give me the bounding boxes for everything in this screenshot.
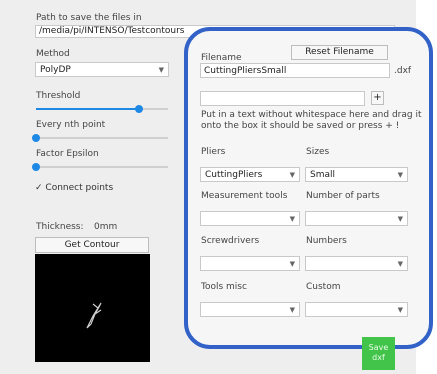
category-select[interactable]: CuttingPliers ▼	[200, 167, 300, 182]
category-label: Screwdrivers	[201, 236, 260, 246]
path-label: Path to save the files in	[36, 13, 142, 23]
epsilon-slider-knob[interactable]	[32, 163, 40, 171]
chevron-down-icon: ▼	[158, 66, 164, 74]
chevron-down-icon: ▼	[289, 260, 295, 268]
category-select[interactable]: ▼	[305, 302, 408, 317]
thickness-value: 0mm	[94, 222, 118, 232]
connect-points-checkbox[interactable]: ✓ Connect points	[35, 183, 113, 193]
get-contour-button[interactable]: Get Contour	[35, 237, 149, 253]
pliers-contour-icon	[86, 302, 102, 329]
threshold-slider-knob[interactable]	[134, 105, 143, 113]
category-selected-value: CuttingPliers	[205, 170, 263, 180]
file-extension: .dxf	[394, 66, 412, 76]
category-select[interactable]: ▼	[200, 256, 300, 271]
every-nth-slider-knob[interactable]	[32, 134, 40, 142]
category-label: Tools misc	[201, 282, 247, 292]
epsilon-label: Factor Epsilon	[36, 149, 99, 159]
category-label: Numbers	[306, 236, 347, 246]
connect-points-label: Connect points	[45, 183, 114, 193]
category-select[interactable]: ▼	[305, 256, 408, 271]
category-selected-value: Small	[310, 170, 335, 180]
chevron-down-icon: ▼	[289, 306, 295, 314]
chevron-down-icon: ▼	[397, 171, 403, 179]
every-nth-slider-track[interactable]	[36, 137, 168, 139]
filename-label: Filename	[201, 53, 242, 63]
tag-text-input[interactable]	[200, 91, 365, 106]
save-label: Save	[368, 343, 389, 352]
checkmark-icon: ✓	[35, 183, 43, 193]
reset-filename-button[interactable]: Reset Filename	[291, 45, 388, 60]
chevron-down-icon: ▼	[289, 215, 295, 223]
chevron-down-icon: ▼	[397, 306, 403, 314]
chevron-down-icon: ▼	[289, 171, 295, 179]
category-label: Measurement tools	[201, 191, 288, 201]
method-value: PolyDP	[40, 65, 71, 75]
chevron-down-icon: ▼	[397, 215, 403, 223]
category-select[interactable]: ▼	[200, 302, 300, 317]
thickness-label: Thickness:	[36, 222, 84, 232]
add-tag-button[interactable]: +	[371, 91, 384, 105]
dxf-label: dxf	[372, 353, 385, 362]
instructions-line-1: Put in a text without whitespace here an…	[201, 110, 422, 120]
every-nth-label: Every nth point	[36, 120, 106, 130]
category-select[interactable]: Small ▼	[305, 167, 408, 182]
category-select[interactable]: ▼	[305, 211, 408, 226]
category-label: Custom	[306, 282, 341, 292]
contour-preview	[35, 254, 150, 362]
instructions-line-2: onto the box it should be saved or press…	[201, 121, 400, 131]
save-dxf-button[interactable]: Save dxf	[362, 337, 395, 370]
filename-input[interactable]: CuttingPliersSmall	[200, 63, 390, 78]
category-select[interactable]: ▼	[200, 211, 300, 226]
category-label: Pliers	[201, 147, 226, 157]
epsilon-slider-track[interactable]	[36, 166, 168, 168]
method-label: Method	[36, 49, 70, 59]
threshold-slider-fill	[36, 108, 139, 110]
threshold-label: Threshold	[36, 91, 81, 101]
chevron-down-icon: ▼	[397, 260, 403, 268]
method-select[interactable]: PolyDP ▼	[35, 62, 169, 77]
category-label: Number of parts	[306, 191, 380, 201]
category-label: Sizes	[306, 147, 330, 157]
